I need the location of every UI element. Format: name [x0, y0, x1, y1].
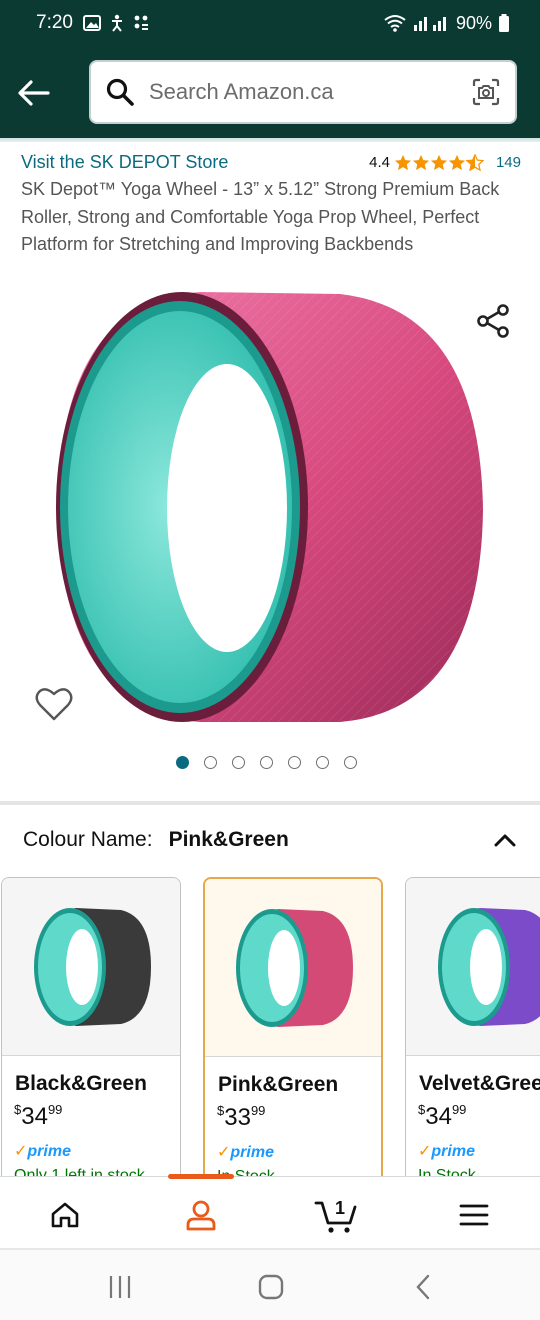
- accessibility-icon: [111, 14, 122, 32]
- back-arrow-icon: [18, 80, 50, 106]
- rating[interactable]: 4.4 149: [369, 153, 521, 171]
- star-icon: [430, 154, 448, 170]
- product-title: SK Depot™ Yoga Wheel - 13” x 5.12” Stron…: [21, 179, 500, 254]
- pagination-dot[interactable]: [176, 756, 189, 769]
- variant-price: $3499: [14, 1102, 63, 1130]
- nav-cart[interactable]: 1: [314, 1195, 360, 1235]
- stock-status: Only 1 left in stock: [14, 1167, 145, 1177]
- prime-badge: ✓prime: [418, 1143, 475, 1160]
- colour-value: Pink&Green: [168, 828, 289, 851]
- active-tab-indicator: [168, 1174, 234, 1179]
- star-icon: [412, 154, 430, 170]
- colour-variants: Black&Green $3499 ✓prime Only 1 left in sto…: [0, 877, 540, 1177]
- system-nav-bar: [0, 1250, 540, 1320]
- star-icon: [448, 154, 466, 170]
- share-icon: [477, 304, 509, 338]
- camera-search-icon[interactable]: [471, 77, 501, 107]
- signal-icon: [413, 17, 446, 31]
- nav-account[interactable]: [181, 1195, 221, 1235]
- variant-name: Velvet&Green: [419, 1072, 540, 1095]
- variant-image: [205, 879, 381, 1057]
- colour-label: Colour Name:: [23, 828, 153, 851]
- variant-card[interactable]: Black&Green $3499 ✓prime Only 1 left in sto…: [1, 877, 181, 1177]
- rating-count: 149: [495, 153, 521, 171]
- cart-icon: 1: [314, 1198, 357, 1233]
- rating-value: 4.4: [369, 153, 390, 171]
- stock-status: In Stock: [418, 1167, 476, 1177]
- menu-icon: [459, 1204, 489, 1226]
- bottom-nav: 1: [0, 1174, 540, 1248]
- pagination-dot[interactable]: [260, 756, 273, 769]
- dots-icon: [134, 15, 148, 30]
- star-half-icon: [465, 153, 484, 171]
- back-nav-icon[interactable]: [408, 1272, 438, 1302]
- image-pagination[interactable]: [176, 756, 357, 769]
- chevron-up-icon[interactable]: [492, 827, 518, 853]
- status-bar: 7:20 90%: [0, 0, 540, 46]
- pagination-dot[interactable]: [288, 756, 301, 769]
- wifi-icon: [384, 15, 406, 32]
- account-icon: [186, 1200, 216, 1231]
- variant-card[interactable]: Pink&Green $3399 ✓prime In Stock: [203, 877, 383, 1177]
- nav-menu[interactable]: [454, 1195, 494, 1235]
- share-button[interactable]: [474, 302, 512, 340]
- recent-apps-icon[interactable]: [105, 1272, 135, 1302]
- variant-image: [406, 878, 540, 1056]
- store-link[interactable]: Visit the SK DEPOT Store: [21, 152, 228, 173]
- battery-percent: 90%: [455, 12, 492, 33]
- variant-price: $3499: [418, 1102, 467, 1130]
- colour-selector-header[interactable]: Colour Name: Pink&Green: [23, 826, 518, 854]
- search-placeholder: Search Amazon.ca: [149, 79, 334, 104]
- battery-icon: [499, 14, 509, 32]
- app-header: Search Amazon.ca: [0, 46, 540, 138]
- variant-image: [2, 878, 180, 1056]
- pagination-dot[interactable]: [232, 756, 245, 769]
- pagination-dot[interactable]: [204, 756, 217, 769]
- back-button[interactable]: [14, 73, 54, 113]
- cart-count: 1: [335, 1198, 345, 1218]
- variant-price: $3399: [217, 1103, 266, 1131]
- search-input[interactable]: Search Amazon.ca: [89, 60, 517, 124]
- nav-home[interactable]: [45, 1195, 85, 1235]
- search-icon: [106, 78, 134, 106]
- prime-badge: ✓prime: [14, 1143, 71, 1160]
- star-icon: [394, 154, 412, 170]
- pagination-dot[interactable]: [316, 756, 329, 769]
- heart-icon: [35, 688, 73, 721]
- pagination-dot[interactable]: [344, 756, 357, 769]
- home-button-icon[interactable]: [256, 1272, 286, 1302]
- product-image[interactable]: [40, 290, 500, 730]
- variant-name: Black&Green: [15, 1072, 147, 1095]
- star-rating: [394, 153, 484, 171]
- home-icon: [51, 1202, 79, 1228]
- wishlist-button[interactable]: [34, 685, 74, 723]
- variant-card[interactable]: Velvet&Green $3499 ✓prime In Stock: [405, 877, 540, 1177]
- store-row: Visit the SK DEPOT Store 4.4 149: [21, 150, 521, 174]
- prime-badge: ✓prime: [217, 1144, 274, 1161]
- status-time: 7:20: [36, 12, 73, 33]
- image-icon: [82, 15, 101, 31]
- variant-name: Pink&Green: [218, 1073, 339, 1096]
